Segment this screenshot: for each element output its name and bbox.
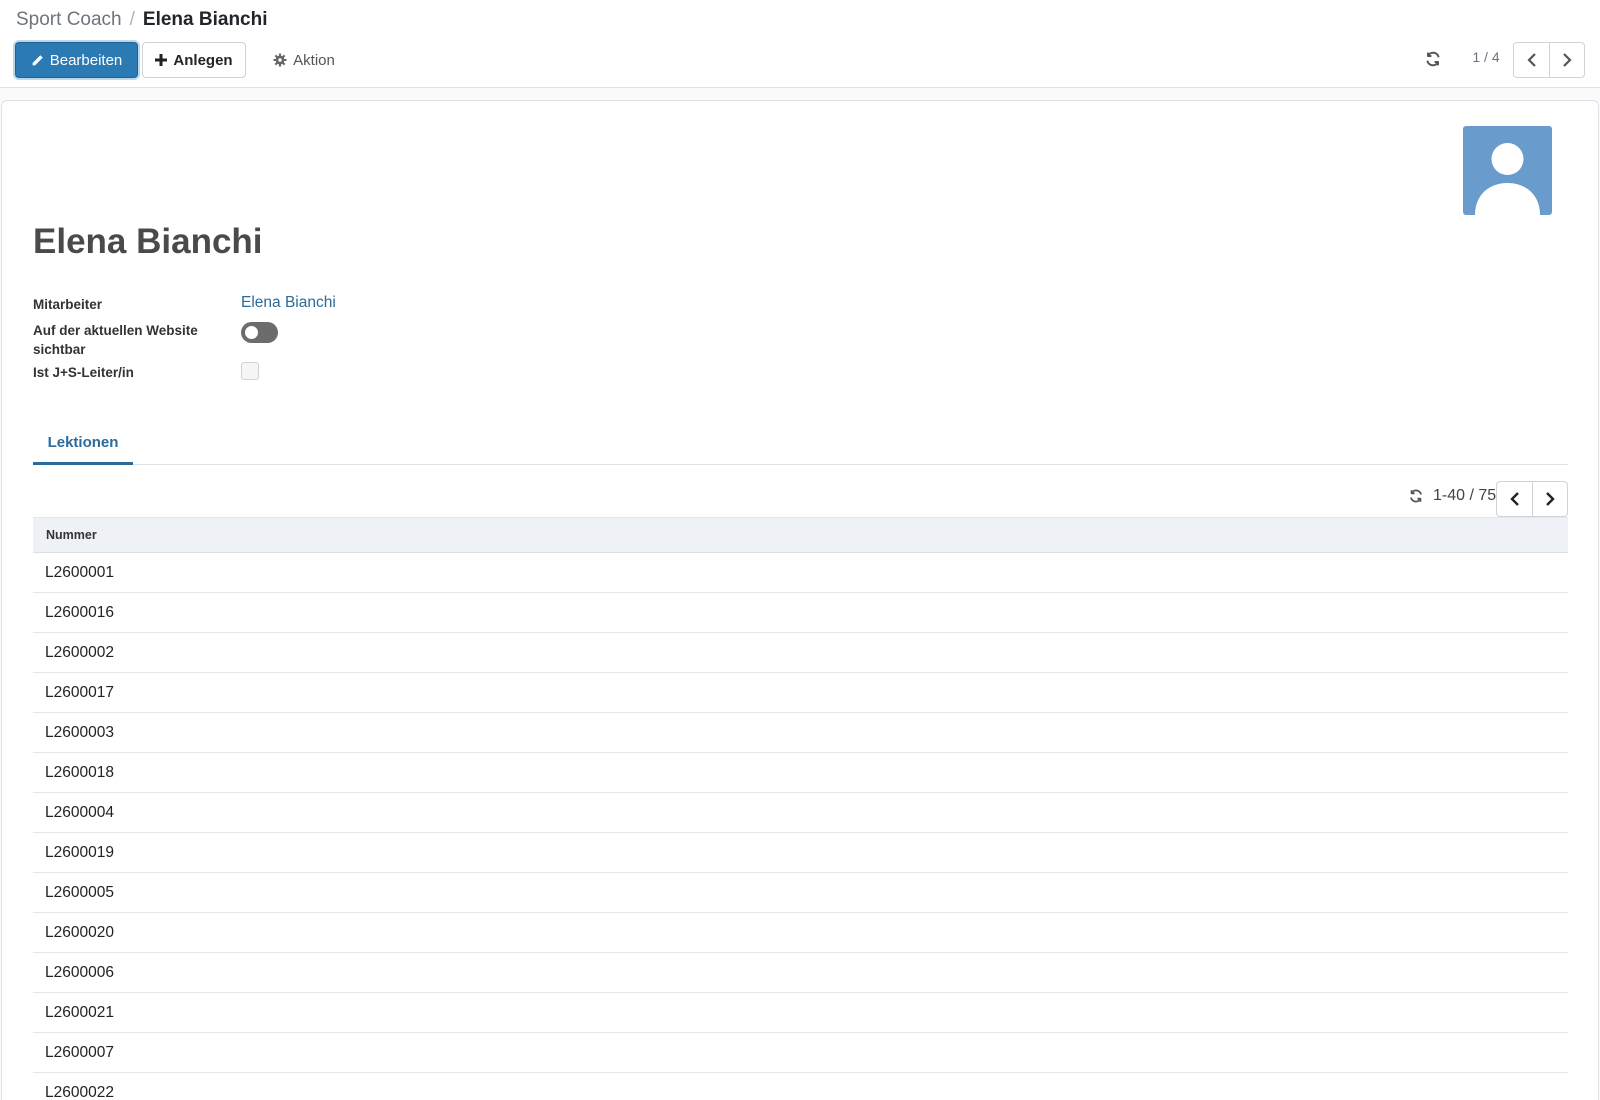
list-refresh-icon[interactable] bbox=[1408, 488, 1426, 506]
js-leader-checkbox[interactable] bbox=[241, 362, 259, 380]
js-leader-label: Ist J+S-Leiter/in bbox=[33, 365, 134, 380]
website-published-label-line1: Auf der aktuellen Website bbox=[33, 323, 198, 338]
table-row[interactable]: L2600017 bbox=[33, 672, 1568, 713]
tab-lektionen[interactable]: Lektionen bbox=[33, 428, 133, 465]
lesson-number-cell: L2600005 bbox=[33, 872, 1568, 913]
website-published-toggle[interactable] bbox=[241, 322, 278, 343]
lesson-number-cell: L2600018 bbox=[33, 752, 1568, 793]
list-pager-value[interactable]: 1-40 / 75 bbox=[1433, 487, 1496, 505]
notebook-tabs-bar bbox=[33, 464, 1568, 465]
table-row[interactable]: L2600004 bbox=[33, 792, 1568, 833]
record-title: Elena Bianchi bbox=[33, 222, 263, 261]
chevron-left-icon[interactable] bbox=[1497, 482, 1532, 516]
plus-icon bbox=[155, 54, 168, 66]
record-pager-buttons bbox=[1513, 42, 1585, 78]
user-silhouette-icon[interactable] bbox=[1463, 126, 1552, 215]
lesson-number-cell: L2600022 bbox=[33, 1072, 1568, 1100]
table-row[interactable]: L2600001 bbox=[33, 552, 1568, 593]
edit-button-label: Bearbeiten bbox=[49, 51, 123, 69]
control-panel: Sport Coach / Elena Bianchi Bearbeiten A… bbox=[0, 0, 1600, 88]
breadcrumb: Sport Coach / Elena Bianchi bbox=[16, 9, 268, 31]
breadcrumb-parent-link[interactable]: Sport Coach bbox=[16, 9, 122, 31]
table-row[interactable]: L2600007 bbox=[33, 1032, 1568, 1073]
employee-label: Mitarbeiter bbox=[33, 297, 103, 312]
lessons-table: Nummer L2600001 L2600016 L2600002 L2600017 L… bbox=[33, 517, 1568, 1100]
breadcrumb-separator: / bbox=[129, 9, 135, 30]
lesson-number-cell: L2600019 bbox=[33, 832, 1568, 873]
chevron-right-icon[interactable] bbox=[1549, 43, 1584, 77]
lesson-number-cell: L2600002 bbox=[33, 632, 1568, 673]
list-pager-buttons bbox=[1496, 481, 1568, 517]
table-row[interactable]: L2600022 bbox=[33, 1072, 1568, 1100]
table-row[interactable]: L2600006 bbox=[33, 952, 1568, 993]
table-row[interactable]: L2600020 bbox=[33, 912, 1568, 953]
table-row[interactable]: L2600018 bbox=[33, 752, 1568, 793]
lesson-number-cell: L2600021 bbox=[33, 992, 1568, 1033]
lesson-number-cell: L2600020 bbox=[33, 912, 1568, 953]
website-published-label: Auf der aktuellen Website sichtbar bbox=[33, 321, 198, 359]
website-published-label-line2: sichtbar bbox=[33, 342, 86, 357]
chevron-left-icon[interactable] bbox=[1514, 43, 1549, 77]
lesson-number-cell: L2600003 bbox=[33, 712, 1568, 753]
lessons-table-body: L2600001 L2600016 L2600002 L2600017 L2600003… bbox=[33, 552, 1568, 1100]
gear-icon bbox=[273, 53, 287, 67]
pencil-icon bbox=[31, 54, 44, 67]
lesson-number-cell: L2600017 bbox=[33, 672, 1568, 713]
lesson-number-cell: L2600016 bbox=[33, 592, 1568, 633]
table-row[interactable]: L2600002 bbox=[33, 632, 1568, 673]
breadcrumb-current: Elena Bianchi bbox=[142, 9, 268, 30]
column-header-nummer[interactable]: Nummer bbox=[33, 517, 1568, 553]
table-row[interactable]: L2600003 bbox=[33, 712, 1568, 753]
table-row[interactable]: L2600019 bbox=[33, 832, 1568, 873]
lesson-number-cell: L2600004 bbox=[33, 792, 1568, 833]
edit-button[interactable]: Bearbeiten bbox=[15, 42, 138, 78]
chevron-right-icon[interactable] bbox=[1532, 482, 1567, 516]
table-row[interactable]: L2600005 bbox=[33, 872, 1568, 913]
action-menu-label: Aktion bbox=[293, 51, 335, 69]
action-menu-button[interactable]: Aktion bbox=[264, 42, 344, 78]
record-pager-value[interactable]: 1 / 4 bbox=[1468, 49, 1504, 65]
lesson-number-cell: L2600001 bbox=[33, 552, 1568, 593]
toggle-knob bbox=[245, 326, 258, 339]
employee-link[interactable]: Elena Bianchi bbox=[241, 294, 336, 312]
create-button[interactable]: Anlegen bbox=[142, 42, 246, 78]
create-button-label: Anlegen bbox=[173, 51, 233, 69]
lesson-number-cell: L2600006 bbox=[33, 952, 1568, 993]
refresh-icon[interactable] bbox=[1424, 50, 1444, 70]
table-row[interactable]: L2600016 bbox=[33, 592, 1568, 633]
table-row[interactable]: L2600021 bbox=[33, 992, 1568, 1033]
lesson-number-cell: L2600007 bbox=[33, 1032, 1568, 1073]
